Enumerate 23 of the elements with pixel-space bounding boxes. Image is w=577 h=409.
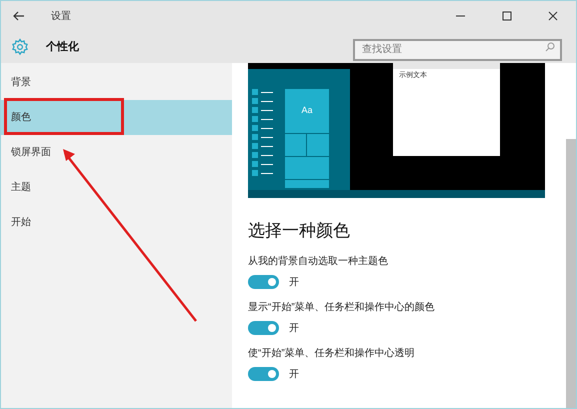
setting-label: 显示“开始”菜单、任务栏和操作中心的颜色 xyxy=(248,300,436,314)
sidebar-item[interactable]: 背景 xyxy=(1,65,232,100)
search-field[interactable]: 查找设置 xyxy=(353,38,562,60)
toggle-switch[interactable] xyxy=(248,321,279,335)
setting-label: 使“开始”菜单、任务栏和操作中心透明 xyxy=(248,346,416,360)
small-tiles-drawing xyxy=(285,133,329,188)
sidebar-item[interactable]: 锁屏界面 xyxy=(1,135,232,170)
window-title: 设置 xyxy=(51,10,71,24)
page-title: 个性化 xyxy=(46,40,79,55)
sidebar-item[interactable]: 主题 xyxy=(1,170,232,205)
toggle-switch[interactable] xyxy=(248,367,279,381)
toggle-switch[interactable] xyxy=(248,275,279,289)
toggle-state: 开 xyxy=(289,322,299,336)
search-icon[interactable] xyxy=(545,42,555,52)
setting-label: 从我的背景自动选取一种主题色 xyxy=(248,254,389,268)
back-arrow-icon[interactable] xyxy=(13,11,25,21)
section-title: 选择一种颜色 xyxy=(248,220,351,242)
tile: Aa xyxy=(285,89,329,133)
toggle-state: 开 xyxy=(289,368,299,382)
sidebar-item[interactable]: 颜色 xyxy=(1,100,232,135)
settings-icon xyxy=(11,38,29,56)
toggle-state: 开 xyxy=(289,276,299,290)
sidebar-item[interactable]: 开始 xyxy=(1,205,232,240)
